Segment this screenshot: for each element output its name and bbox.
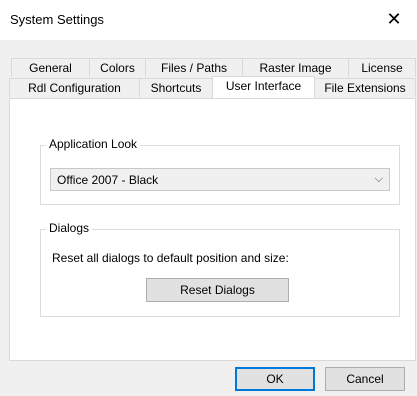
chevron-down-icon: ⌵ xyxy=(374,172,383,185)
tab-label: License xyxy=(361,61,403,75)
reset-dialogs-description: Reset all dialogs to default position an… xyxy=(52,251,289,265)
tab-user-interface[interactable]: User Interface xyxy=(212,76,315,98)
reset-dialogs-button[interactable]: Reset Dialogs xyxy=(146,278,289,302)
system-settings-dialog: System Settings ✕ General Colors Files /… xyxy=(0,0,417,396)
reset-dialogs-label: Reset Dialogs xyxy=(180,283,255,297)
tab-label: Colors xyxy=(100,61,135,75)
tab-label: User Interface xyxy=(225,79,302,93)
tab-label: Raster Image xyxy=(259,61,332,75)
dialogs-legend: Dialogs xyxy=(46,221,93,235)
ok-label: OK xyxy=(266,372,284,386)
application-look-value: Office 2007 - Black xyxy=(57,173,159,187)
cancel-label: Cancel xyxy=(346,372,384,386)
tab-files-paths[interactable]: Files / Paths xyxy=(145,58,243,77)
dialogs-group: Dialogs Reset all dialogs to default pos… xyxy=(40,221,400,317)
application-look-select[interactable]: Office 2007 - Black ⌵ xyxy=(50,168,390,191)
tab-license[interactable]: License xyxy=(348,58,416,77)
title-bar: System Settings ✕ xyxy=(0,0,417,40)
tab-colors[interactable]: Colors xyxy=(89,58,146,77)
close-icon[interactable]: ✕ xyxy=(371,0,417,40)
user-interface-panel: Application Look Office 2007 - Black ⌵ D… xyxy=(9,98,416,361)
tab-label: General xyxy=(29,61,72,75)
tab-label: File Extensions xyxy=(324,81,406,95)
window-title: System Settings xyxy=(10,12,104,27)
tab-raster-image[interactable]: Raster Image xyxy=(242,58,349,77)
cancel-button[interactable]: Cancel xyxy=(325,367,405,391)
tab-label: Shortcuts xyxy=(150,81,202,95)
tab-rdl-configuration[interactable]: Rdl Configuration xyxy=(9,78,140,97)
tab-shortcuts[interactable]: Shortcuts xyxy=(139,78,213,97)
application-look-group: Application Look Office 2007 - Black ⌵ xyxy=(40,137,400,205)
tab-file-extensions[interactable]: File Extensions xyxy=(314,78,416,97)
ok-button[interactable]: OK xyxy=(235,367,315,391)
tab-label: Files / Paths xyxy=(160,61,228,75)
application-look-legend: Application Look xyxy=(46,137,141,151)
tab-general[interactable]: General xyxy=(11,58,90,77)
tab-label: Rdl Configuration xyxy=(28,81,121,95)
